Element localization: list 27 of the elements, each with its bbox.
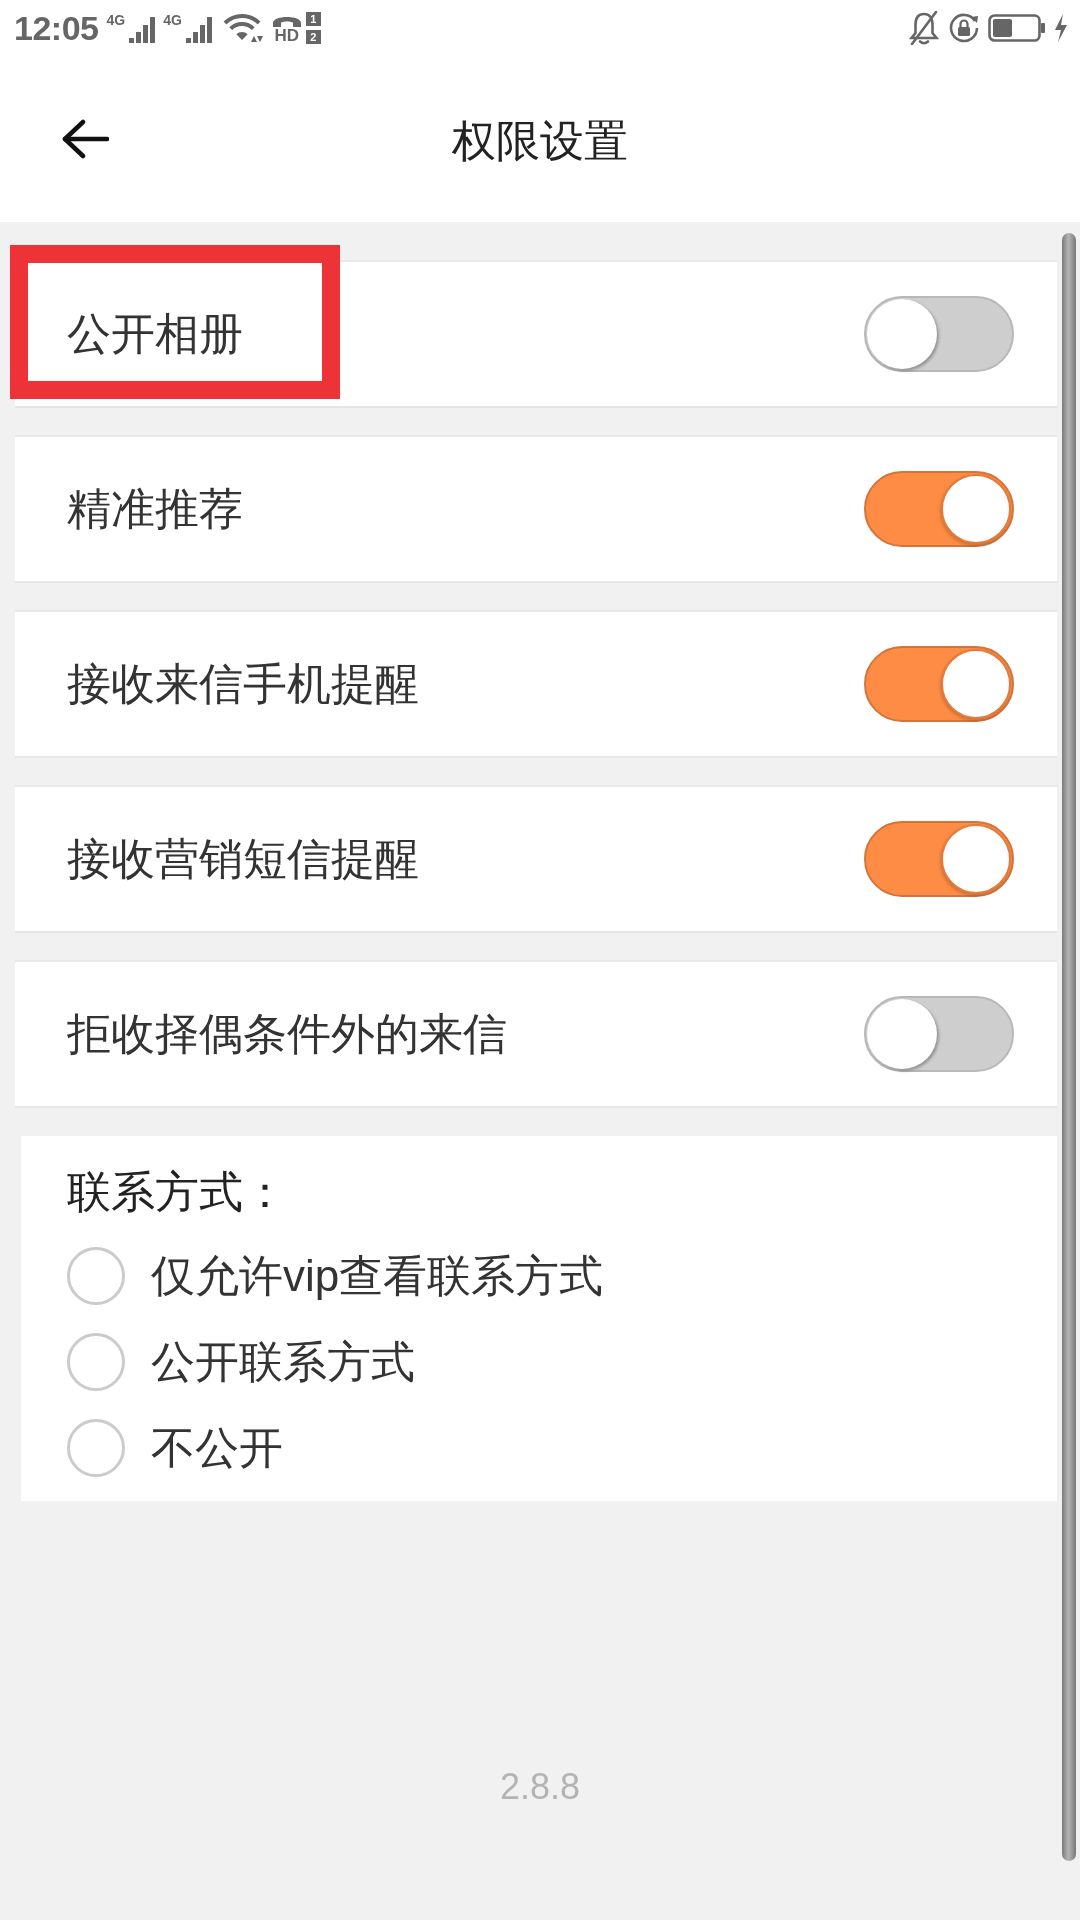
signal-icon: [129, 17, 156, 43]
option-label[interactable]: 仅允许vip查看联系方式: [151, 1248, 604, 1304]
setting-label: 接收来信手机提醒: [67, 658, 419, 710]
option-label[interactable]: 公开联系方式: [151, 1334, 415, 1390]
status-time: 12:05: [14, 8, 99, 48]
radio-button[interactable]: [67, 1419, 125, 1477]
option-label[interactable]: 不公开: [151, 1420, 283, 1476]
version-label: 2.8.8: [499, 1765, 581, 1809]
radio-button[interactable]: [67, 1333, 125, 1391]
back-button[interactable]: [61, 119, 109, 159]
page-title: 权限设置: [452, 115, 628, 167]
network-label: 4G: [163, 13, 182, 27]
setting-label: 公开相册: [67, 308, 243, 360]
setting-label: 接收营销短信提醒: [67, 833, 419, 885]
bell-off-icon: [908, 11, 940, 45]
setting-label: 精准推荐: [67, 483, 243, 535]
charging-bolt-icon: [1054, 14, 1068, 42]
battery-icon: [988, 14, 1046, 42]
setting-label: 拒收择偶条件外的来信: [67, 1008, 507, 1060]
network-label: 4G: [106, 13, 126, 27]
hd-label: HD: [274, 27, 300, 44]
sim-slot-label: 1: [305, 12, 321, 26]
radio-button[interactable]: [67, 1247, 125, 1305]
signal-icon: [185, 17, 212, 43]
section-heading: 联系方式：: [67, 1166, 288, 1218]
sim-slot-label: 2: [305, 30, 321, 44]
rotation-lock-icon: [948, 12, 980, 44]
